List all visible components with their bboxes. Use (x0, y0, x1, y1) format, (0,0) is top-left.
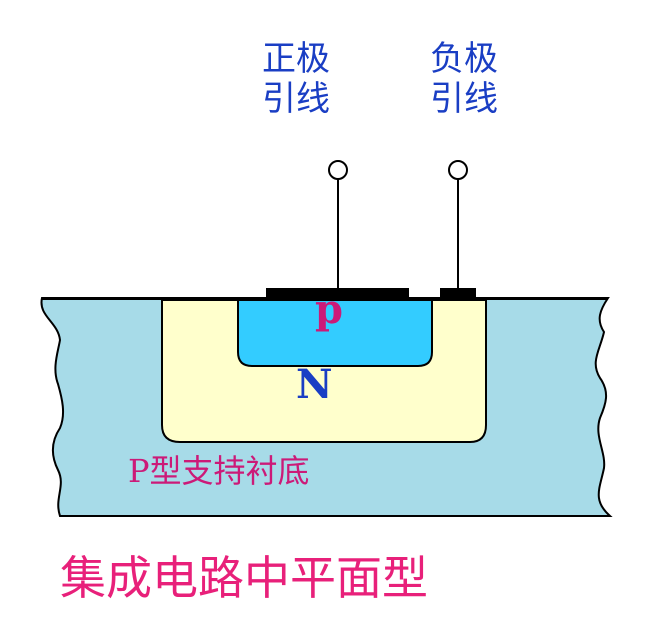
planar-diode-diagram: 正极 引线 负极 引线 p N P型支持衬底 集成电路中平面型 (40, 39, 613, 605)
negative-lead-label-line1: 负极 (430, 39, 498, 79)
p-region-label: p (315, 286, 343, 333)
positive-terminal-circle (328, 160, 348, 180)
negative-electrode (440, 288, 476, 298)
diagram-canvas: 正极 引线 负极 引线 p N P型支持衬底 集成电路中平面型 (0, 0, 670, 616)
n-region-label: N (296, 361, 333, 408)
negative-lead-label-line2: 引线 (430, 79, 498, 119)
diagram-caption: 集成电路中平面型 (60, 551, 428, 605)
positive-lead-label-line2: 引线 (262, 79, 330, 119)
positive-lead-label-line1: 正极 (262, 39, 330, 79)
substrate-label: P型支持衬底 (128, 452, 310, 490)
negative-terminal-circle (448, 160, 468, 180)
